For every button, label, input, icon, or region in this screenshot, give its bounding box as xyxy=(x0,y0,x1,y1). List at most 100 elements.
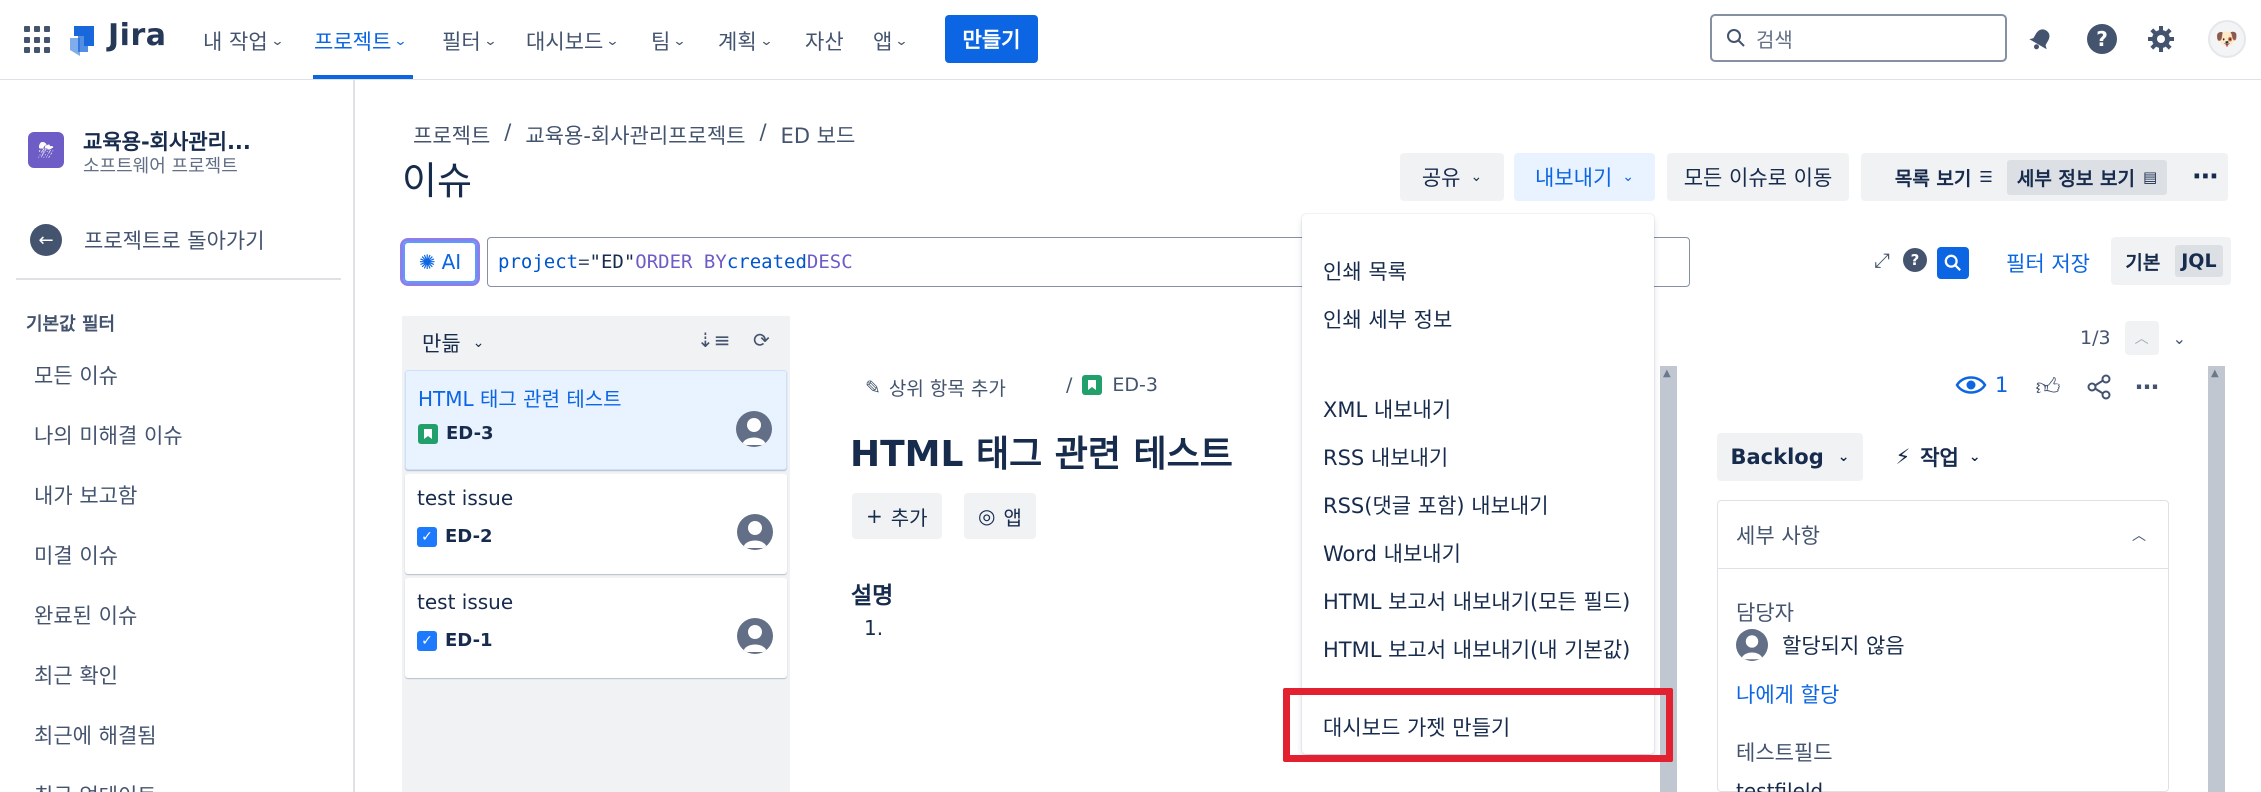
more-actions-icon[interactable]: ⋯ xyxy=(2184,153,2228,201)
nav-my-work[interactable]: 내 작업 ⌄ xyxy=(203,24,285,58)
sort-dropdown[interactable]: 만듦 ⌄ xyxy=(422,328,484,358)
menu-item-export-html-my-defaults[interactable]: HTML 보고서 내보내기(내 기본값) xyxy=(1323,634,1630,664)
menu-item-export-html-all-fields[interactable]: HTML 보고서 내보내기(모든 필드) xyxy=(1323,586,1630,616)
scroll-up-icon[interactable]: ▲ xyxy=(2211,368,2219,379)
nav-plans[interactable]: 계획 ⌄ xyxy=(718,24,774,58)
chevron-down-icon: ⌄ xyxy=(393,33,408,49)
search-input[interactable]: 검색 xyxy=(1710,14,2007,62)
nav-apps[interactable]: 앱 ⌄ xyxy=(873,24,909,58)
menu-item-export-word[interactable]: Word 내보내기 xyxy=(1323,538,1461,568)
issue-card[interactable]: HTML 태그 관련 테스트 ED-3 xyxy=(405,370,787,470)
sidebar-filter-all-issues[interactable]: 모든 이슈 xyxy=(34,360,118,390)
sidebar-filter-my-open-issues[interactable]: 나의 미해결 이슈 xyxy=(34,420,183,450)
previous-issue-icon[interactable]: ︿ xyxy=(2124,321,2159,355)
panel-scrollbar[interactable]: ▲ xyxy=(2208,366,2225,792)
ai-search-button[interactable]: ✺ AI xyxy=(400,238,480,286)
more-options-icon[interactable]: ⋯ xyxy=(2132,372,2162,402)
create-button[interactable]: 만들기 xyxy=(945,15,1038,63)
menu-item-export-rss[interactable]: RSS 내보내기 xyxy=(1323,442,1448,472)
sidebar-filter-done-issues[interactable]: 완료된 이슈 xyxy=(34,600,137,630)
breadcrumb-project[interactable]: 교육용-회사관리프로젝트 xyxy=(525,120,745,150)
issue-card[interactable]: test issue ✓ ED-1 xyxy=(405,578,787,678)
chevron-down-icon: ⌄ xyxy=(472,335,485,351)
nav-teams[interactable]: 팀 ⌄ xyxy=(651,24,687,58)
issue-summary[interactable]: HTML 태그 관련 테스트 xyxy=(850,425,1233,477)
sidebar-filter-recently-viewed[interactable]: 최근 확인 xyxy=(34,660,118,690)
details-header[interactable]: 세부 사항 ︿ xyxy=(1718,501,2168,569)
app-name[interactable]: Jira xyxy=(108,18,166,53)
jql-help-icon[interactable]: ? xyxy=(1903,248,1927,272)
menu-item-export-rss-comments[interactable]: RSS(댓글 포함) 내보내기 xyxy=(1323,490,1549,520)
app-switcher-icon[interactable] xyxy=(24,26,52,54)
help-icon[interactable]: ? xyxy=(2083,20,2121,58)
share-button[interactable]: 공유 ⌄ xyxy=(1400,153,1504,201)
export-menu: 인쇄 목록 인쇄 세부 정보 XML 내보내기 RSS 내보내기 RSS(댓글 … xyxy=(1302,214,1654,754)
menu-item-print-list[interactable]: 인쇄 목록 xyxy=(1323,256,1407,286)
expand-editor-icon[interactable]: ⤢ xyxy=(1874,248,1890,272)
description-list-item[interactable]: 1. xyxy=(864,616,883,640)
assignee-value[interactable]: 할당되지 않음 xyxy=(1736,629,1905,661)
apps-button[interactable]: ◎ 앱 xyxy=(964,493,1036,539)
sort-order-icon[interactable]: ⇣≡ xyxy=(697,328,731,352)
assignee-label: 담당자 xyxy=(1736,601,1794,625)
test-field-label: 테스트필드 xyxy=(1736,741,1833,765)
breadcrumb-board[interactable]: ED 보드 xyxy=(781,120,856,150)
sidebar-filter-recently-updated[interactable]: 최근 업데이트 xyxy=(34,780,157,792)
status-dropdown[interactable]: Backlog ⌄ xyxy=(1717,433,1863,481)
settings-gear-icon[interactable] xyxy=(2142,20,2180,58)
eye-icon xyxy=(1955,376,1987,394)
go-to-all-issues-button[interactable]: 모든 이슈로 이동 xyxy=(1667,153,1849,201)
sidebar-filter-reported-by-me[interactable]: 내가 보고함 xyxy=(34,480,137,510)
unassigned-avatar-icon xyxy=(736,411,772,447)
chevron-down-icon: ⌄ xyxy=(483,33,498,49)
export-button[interactable]: 내보내기 ⌄ xyxy=(1514,153,1655,201)
actions-dropdown[interactable]: ⚡︎ 작업 ⌄ xyxy=(1883,433,1993,481)
breadcrumb-projects[interactable]: 프로젝트 xyxy=(413,120,490,150)
chevron-down-icon: ⌄ xyxy=(270,33,285,49)
story-type-icon xyxy=(418,423,438,444)
add-parent-link[interactable]: ✎ 상위 항목 추가 xyxy=(865,374,1006,401)
refresh-icon[interactable]: ⟳ xyxy=(753,328,770,352)
chevron-down-icon: ⌄ xyxy=(1470,169,1483,185)
test-field-value[interactable]: testfileld xyxy=(1736,779,1823,792)
share-icon[interactable] xyxy=(2084,372,2114,402)
nav-dashboards[interactable]: 대시보드 ⌄ xyxy=(526,24,620,58)
issue-card[interactable]: test issue ✓ ED-2 xyxy=(405,474,787,574)
next-issue-icon[interactable]: ⌄ xyxy=(2173,329,2186,348)
active-nav-indicator xyxy=(313,75,413,79)
chevron-down-icon: ⌄ xyxy=(759,33,774,49)
breadcrumb-separator: / xyxy=(504,120,512,144)
issue-key-breadcrumb[interactable]: / ED-3 xyxy=(1066,374,1158,396)
list-view-toggle[interactable]: 목록 보기 ☰ xyxy=(1895,164,1993,191)
save-filter-button[interactable]: 필터 저장 xyxy=(2006,248,2090,278)
menu-item-export-xml[interactable]: XML 내보내기 xyxy=(1323,394,1451,424)
story-type-icon xyxy=(1082,375,1103,395)
jira-logo-icon[interactable] xyxy=(68,20,102,58)
run-search-icon[interactable] xyxy=(1937,247,1969,279)
back-to-projects-link[interactable]: ← 프로젝트로 돌아가기 xyxy=(30,224,265,256)
project-sidebar: ⛈ 교육용-회사관리... 소프트웨어 프로젝트 ← 프로젝트로 돌아가기 기본… xyxy=(0,80,355,792)
user-avatar[interactable]: 🐶 xyxy=(2208,20,2246,58)
project-type: 소프트웨어 프로젝트 xyxy=(83,156,238,177)
nav-projects[interactable]: 프로젝트 ⌄ xyxy=(314,24,408,58)
detail-view-toggle[interactable]: 세부 정보 보기 ▤ xyxy=(2006,159,2168,195)
sparkle-icon: ✺ xyxy=(418,250,436,274)
thumbs-up-icon[interactable]: 👍︎ xyxy=(2033,372,2063,402)
scroll-up-icon[interactable]: ▲ xyxy=(1663,368,1671,379)
highlight-box xyxy=(1283,688,1673,762)
basic-mode-toggle[interactable]: 기본 xyxy=(2119,243,2166,280)
jql-mode-toggle[interactable]: JQL xyxy=(2175,245,2223,277)
add-button[interactable]: + 추가 xyxy=(852,493,942,539)
nav-filters[interactable]: 필터 ⌄ xyxy=(442,24,498,58)
assign-to-me-link[interactable]: 나에게 할당 xyxy=(1736,679,1839,709)
plus-icon: + xyxy=(866,504,883,528)
menu-item-print-details[interactable]: 인쇄 세부 정보 xyxy=(1323,304,1452,334)
notifications-icon[interactable] xyxy=(2022,20,2060,58)
search-icon xyxy=(1727,29,1745,47)
sidebar-filter-recently-resolved[interactable]: 최근에 해결됨 xyxy=(34,720,157,750)
chevron-down-icon: ⌄ xyxy=(1968,449,1981,465)
nav-assets[interactable]: 자산 xyxy=(805,24,844,58)
sidebar-filter-open-issues[interactable]: 미결 이슈 xyxy=(34,540,118,570)
watchers-button[interactable]: 1 xyxy=(1955,373,2008,397)
project-avatar-icon[interactable]: ⛈ xyxy=(28,132,64,168)
